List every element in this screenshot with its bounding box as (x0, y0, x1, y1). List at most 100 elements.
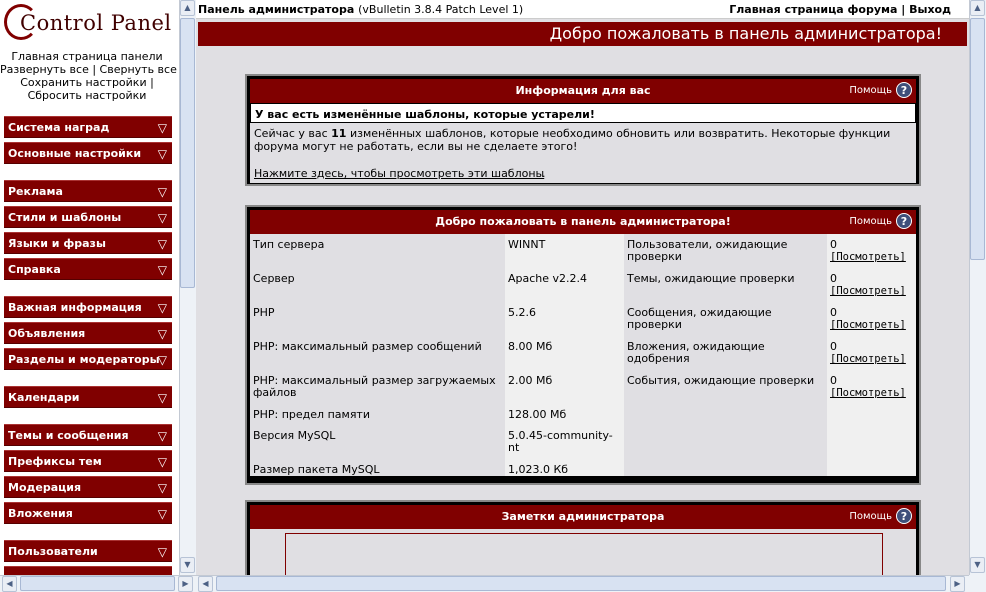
panel-header: Заметки администратора Помощь? (250, 505, 916, 529)
chevron-down-icon: ▽ (157, 147, 167, 161)
save-settings-link[interactable]: Сохранить настройки | (20, 76, 154, 89)
welcome-banner: Добро пожаловать в панель администратора… (198, 22, 967, 46)
main-vertical-scrollbar[interactable]: ▲ ▼ (969, 0, 986, 575)
scroll-down-button[interactable]: ▼ (180, 557, 195, 573)
nav-item-ads[interactable]: Реклама ▽ (4, 180, 172, 202)
expand-collapse-links[interactable]: Развернуть все | Свернуть все (0, 63, 177, 76)
stat-value: 128.00 Мб (508, 408, 567, 421)
nav-item-styles[interactable]: Стили и шаблоны ▽ (4, 206, 172, 228)
scroll-thumb[interactable] (216, 576, 946, 591)
nav-item-partial[interactable] (4, 566, 172, 575)
nav-item-label: Система наград (8, 121, 110, 134)
help-link[interactable]: Помощь? (849, 79, 912, 103)
scroll-right-button[interactable]: ▶ (950, 576, 965, 592)
chevron-down-icon: ▽ (157, 121, 167, 135)
nav-item-forums[interactable]: Разделы и модераторы ▽ (4, 348, 172, 370)
nav-item-languages[interactable]: Языки и фразы ▽ (4, 232, 172, 254)
help-icon: ? (896, 82, 912, 98)
nav-item-announcements[interactable]: Объявления ▽ (4, 322, 172, 344)
moderation-count: 0 [Посмотреть] (830, 238, 914, 264)
scroll-thumb[interactable] (180, 18, 195, 288)
view-pending-posts-link[interactable]: [Посмотреть] (830, 319, 914, 331)
logout-link[interactable]: Выход (909, 3, 951, 16)
stat-value: WINNT (508, 238, 546, 251)
nav-item-calendars[interactable]: Календари ▽ (4, 386, 172, 408)
nav-item-label: Темы и сообщения (8, 429, 129, 442)
pending-count: 0 (830, 306, 837, 319)
nav-item-label: Разделы и модераторы (8, 353, 160, 366)
panel-header: Информация для вас Помощь? (250, 79, 916, 103)
view-pending-attachments-link[interactable]: [Посмотреть] (830, 353, 914, 365)
view-pending-threads-link[interactable]: [Посмотреть] (830, 285, 914, 297)
nav-item-prefixes[interactable]: Префиксы тем ▽ (4, 450, 172, 472)
moderation-label: Сообщения, ожидающие проверки (627, 306, 772, 331)
nav-item-threads[interactable]: Темы и сообщения ▽ (4, 424, 172, 446)
panel-title: Заметки администратора (501, 510, 665, 523)
nav-item-users[interactable]: Пользователи ▽ (4, 540, 172, 562)
nav-item-awards[interactable]: Система наград ▽ (4, 116, 172, 138)
moderation-count: 0 [Посмотреть] (830, 340, 914, 366)
help-icon: ? (896, 508, 912, 524)
control-panel-home-link[interactable]: Главная страница панели (11, 50, 162, 63)
chevron-down-icon: ▽ (157, 391, 167, 405)
outdated-templates-alert: У вас есть изменённые шаблоны, которые у… (250, 103, 916, 123)
admin-notes-textarea[interactable] (285, 533, 883, 575)
nav-item-label: Объявления (8, 327, 86, 340)
notes-area (250, 529, 916, 575)
main-horizontal-scrollbar[interactable]: ◀ ▶ (196, 575, 969, 592)
nav-item-label: Основные настройки (8, 147, 142, 160)
moderation-count: 0 [Посмотреть] (830, 375, 914, 400)
nav-item-attachments[interactable]: Вложения ▽ (4, 502, 172, 524)
forum-home-link[interactable]: Главная страница форума (729, 3, 897, 16)
left-vertical-scrollbar[interactable]: ▲ ▼ (179, 0, 196, 575)
admin-topbar: Панель администратора (vBulletin 3.8.4 P… (196, 0, 969, 19)
server-value-column: WINNT Apache v2.2.4 5.2.6 8.00 Мб 2.00 М… (505, 234, 624, 476)
nav-item-important-info[interactable]: Важная информация ▽ (4, 296, 172, 318)
left-horizontal-scrollbar[interactable]: ◀ ▶ (0, 575, 196, 592)
scrollbar-corner (969, 575, 986, 592)
scroll-right-button[interactable]: ▶ (178, 576, 193, 592)
stat-label: Сервер (253, 272, 295, 285)
nav-item-main-settings[interactable]: Основные настройки ▽ (4, 142, 172, 164)
pending-count: 0 (830, 238, 837, 251)
nav-item-label: Календари (8, 391, 80, 404)
link-period: . (542, 167, 546, 180)
chevron-down-icon: ▽ (157, 455, 167, 469)
reset-settings-link[interactable]: Сбросить настройки (28, 89, 147, 102)
moderation-count-column: 0 [Посмотреть] 0 [Посмотреть] 0 [Посмотреть… (827, 234, 916, 476)
scroll-thumb[interactable] (970, 18, 985, 260)
chevron-down-icon: ▽ (157, 545, 167, 559)
panel-title: Добро пожаловать в панель администратора… (435, 215, 731, 228)
chevron-down-icon: ▽ (157, 185, 167, 199)
stat-label: PHP: максимальный размер загружаемых фай… (253, 374, 496, 399)
view-pending-users-link[interactable]: [Посмотреть] (830, 251, 914, 263)
stat-label: Размер пакета MySQL (253, 463, 380, 476)
scroll-left-button[interactable]: ◀ (2, 576, 17, 592)
chevron-down-icon: ▽ (157, 353, 167, 367)
help-link[interactable]: Помощь? (849, 505, 912, 529)
view-pending-events-link[interactable]: [Посмотреть] (830, 387, 914, 399)
chevron-down-icon: ▽ (157, 327, 167, 341)
view-templates-link[interactable]: Нажмите здесь, чтобы просмотреть эти шаб… (254, 167, 544, 180)
main-content-frame: Панель администратора (vBulletin 3.8.4 P… (196, 0, 969, 575)
scroll-thumb[interactable] (20, 576, 175, 591)
moderation-count: 0 [Посмотреть] (830, 306, 914, 332)
nav-item-help[interactable]: Справка ▽ (4, 258, 172, 280)
nav-item-moderation[interactable]: Модерация ▽ (4, 476, 172, 498)
chevron-down-icon: ▽ (157, 301, 167, 315)
scroll-up-button[interactable]: ▲ (180, 0, 195, 16)
moderation-label-column: Пользователи, ожидающие проверки Темы, о… (624, 234, 827, 476)
scroll-up-button[interactable]: ▲ (970, 0, 985, 16)
nav-item-label: Модерация (8, 481, 82, 494)
help-icon: ? (896, 213, 912, 229)
help-link[interactable]: Помощь? (849, 210, 912, 234)
nav-item-label: Языки и фразы (8, 237, 106, 250)
left-navigation-frame: Control Panel Главная страница панели Ра… (0, 0, 179, 575)
panel-header: Добро пожаловать в панель администратора… (250, 210, 916, 234)
template-count: 11 (331, 127, 347, 140)
pending-count: 0 (830, 340, 837, 353)
scroll-left-button[interactable]: ◀ (198, 576, 213, 592)
scroll-down-button[interactable]: ▼ (970, 557, 985, 573)
stat-value: 5.0.45-community-nt (508, 429, 613, 454)
info-panel: Информация для вас Помощь? У вас есть из… (245, 74, 921, 186)
